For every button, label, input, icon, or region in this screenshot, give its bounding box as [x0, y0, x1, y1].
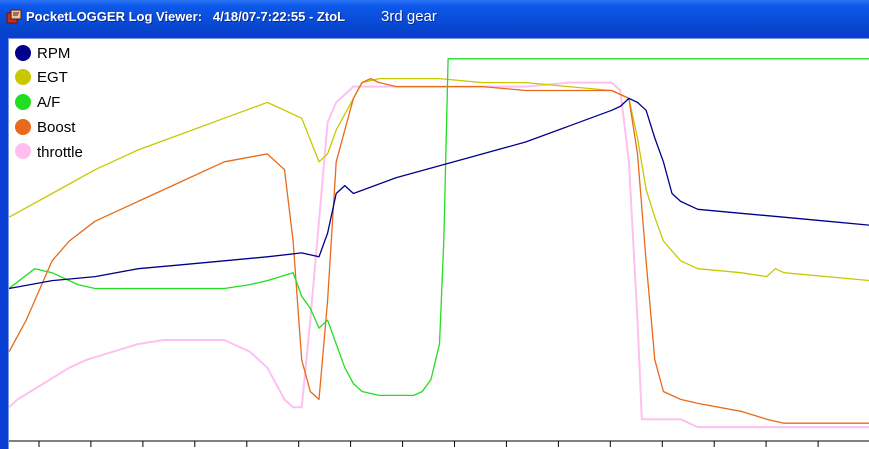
app-icon — [6, 9, 22, 24]
window-title: PocketLOGGER Log Viewer: 4/18/07-7:22:55… — [26, 9, 346, 24]
series-line-egt — [9, 77, 869, 282]
series-line-throttle — [9, 81, 869, 429]
legend-dot-throttle — [15, 143, 31, 159]
legend-label-egt: EGT — [37, 69, 68, 86]
legend-item-rpm: RPM — [15, 45, 70, 62]
legend-label-af: A/F — [37, 94, 60, 111]
legend-label-throttle: throttle — [37, 144, 83, 161]
title-bar[interactable]: PocketLOGGER Log Viewer: 4/18/07-7:22:55… — [0, 0, 869, 34]
pocketlogger-window: PocketLOGGER Log Viewer: 4/18/07-7:22:55… — [0, 0, 869, 449]
series-line-boost — [9, 77, 869, 424]
window-subtitle: 3rd gear — [381, 8, 437, 25]
legend-item-af: A/F — [15, 94, 60, 111]
legend-dot-af — [15, 94, 31, 110]
legend-label-rpm: RPM — [37, 45, 70, 62]
client-area: RPM EGT A/F Boost throttle — [4, 34, 869, 449]
legend-dot-rpm — [15, 45, 31, 61]
legend-item-egt: EGT — [15, 69, 68, 86]
log-plot-area[interactable]: RPM EGT A/F Boost throttle — [8, 38, 869, 449]
legend-label-boost: Boost — [37, 119, 76, 136]
legend-dot-boost — [15, 119, 31, 135]
legend-dot-egt — [15, 69, 31, 85]
legend-item-boost: Boost — [15, 119, 76, 136]
series-line-rpm — [9, 97, 869, 290]
legend-item-throttle: throttle — [15, 143, 83, 161]
log-chart[interactable]: RPM EGT A/F Boost throttle — [9, 39, 869, 449]
